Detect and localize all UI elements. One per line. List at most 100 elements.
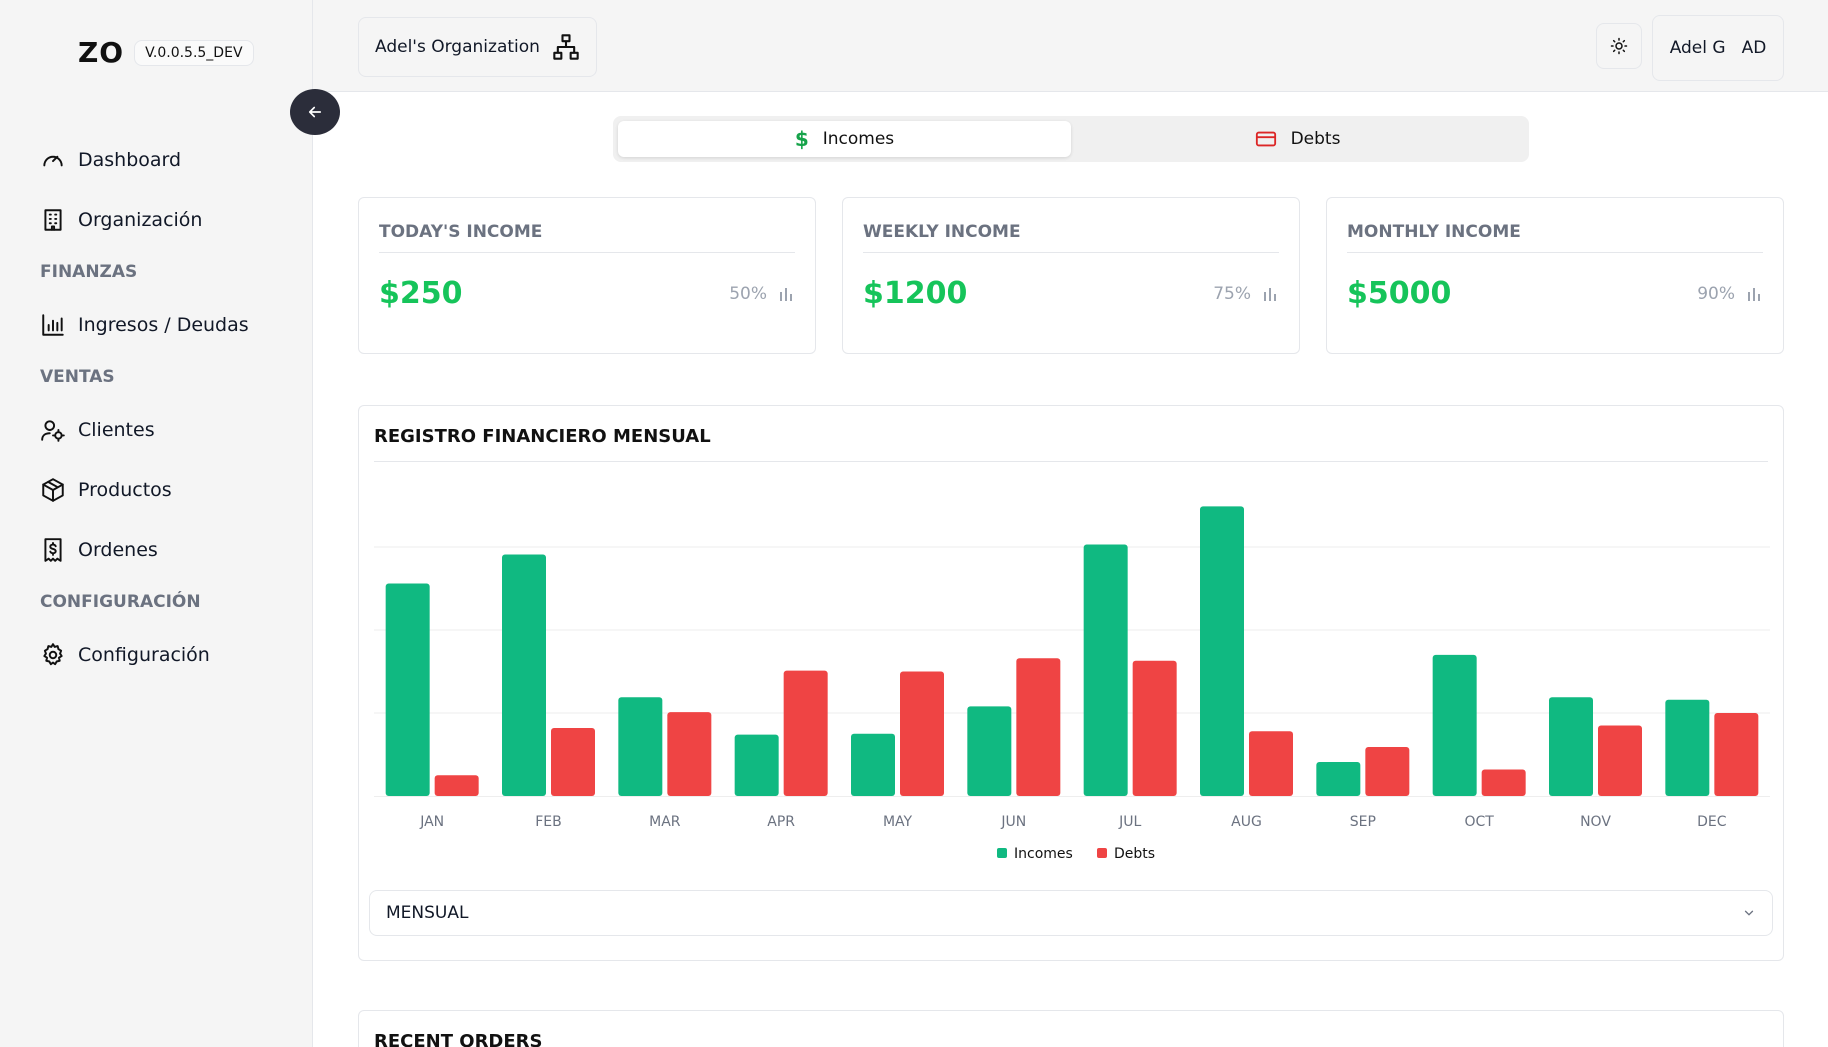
bar-incomes-apr[interactable] bbox=[734, 734, 779, 796]
sidebar-item-receipt[interactable]: Ordenes bbox=[40, 520, 300, 580]
theme-toggle-button[interactable] bbox=[1596, 23, 1642, 69]
sidebar-item-building[interactable]: Organización bbox=[40, 190, 300, 250]
bar-debts-apr[interactable] bbox=[783, 670, 828, 796]
stat-value: $5000 bbox=[1347, 276, 1452, 311]
bar-incomes-feb[interactable] bbox=[502, 554, 546, 796]
stat-card-today: TODAY'S INCOME $250 50% bbox=[358, 197, 816, 354]
bar-incomes-jul[interactable] bbox=[1083, 544, 1128, 796]
x-tick-label: OCT bbox=[1464, 814, 1494, 830]
bar-incomes-dec[interactable] bbox=[1665, 699, 1710, 796]
recent-orders-title: RECENT ORDERS bbox=[374, 1031, 543, 1047]
avatar: AD bbox=[1741, 38, 1767, 58]
building-icon bbox=[44, 209, 62, 231]
bar-incomes-mar[interactable] bbox=[618, 697, 663, 796]
x-tick-label: JUL bbox=[1118, 814, 1141, 830]
bar-debts-sep[interactable] bbox=[1365, 747, 1410, 796]
dollar-icon: $ bbox=[794, 127, 809, 151]
bar-debts-jun[interactable] bbox=[1016, 658, 1061, 796]
bar-debts-nov[interactable] bbox=[1598, 725, 1642, 796]
receipt-icon bbox=[44, 538, 62, 562]
sidebar-item-label: Configuración bbox=[78, 644, 210, 666]
bar-incomes-may[interactable] bbox=[851, 733, 895, 796]
bar-debts-jul[interactable] bbox=[1132, 660, 1177, 796]
stat-title: MONTHLY INCOME bbox=[1347, 222, 1763, 253]
stat-title: WEEKLY INCOME bbox=[863, 222, 1279, 253]
bar-incomes-sep[interactable] bbox=[1316, 761, 1361, 796]
stat-card-monthly: MONTHLY INCOME $5000 90% bbox=[1326, 197, 1784, 354]
x-tick-label: JUN bbox=[1000, 814, 1026, 830]
stat-percent-label: 75% bbox=[1213, 284, 1251, 304]
bar-incomes-aug[interactable] bbox=[1200, 506, 1244, 796]
top-header: Adel's Organization Adel G AD bbox=[313, 0, 1828, 92]
sidebar-item-label: Ordenes bbox=[78, 539, 158, 561]
legend-item[interactable]: Incomes bbox=[1014, 846, 1073, 862]
sidebar-nav: Dashboard Organización FINANZAS Ingresos / … bbox=[40, 130, 300, 685]
user-gear-icon bbox=[41, 420, 65, 442]
stat-percent-label: 90% bbox=[1697, 284, 1735, 304]
period-select[interactable]: MENSUAL bbox=[369, 890, 1773, 936]
user-name: Adel G bbox=[1669, 38, 1726, 58]
sidebar-item-label: Organización bbox=[78, 209, 203, 231]
gear-icon bbox=[43, 643, 63, 666]
stat-percent: 75% bbox=[1213, 284, 1277, 304]
period-select-value: MENSUAL bbox=[386, 903, 469, 923]
legend-swatch bbox=[997, 848, 1007, 858]
stat-value: $1200 bbox=[863, 276, 968, 311]
stat-percent-label: 50% bbox=[729, 284, 767, 304]
tab-debts-label: Debts bbox=[1290, 129, 1341, 149]
user-menu[interactable]: Adel G AD bbox=[1652, 15, 1784, 81]
version-badge: V.0.0.5.5_DEV bbox=[134, 39, 254, 66]
stat-value: $250 bbox=[379, 276, 463, 311]
bar-debts-jan[interactable] bbox=[434, 775, 479, 796]
tab-debts[interactable]: Debts bbox=[1071, 121, 1524, 157]
bar-debts-aug[interactable] bbox=[1249, 731, 1293, 796]
bar-debts-may[interactable] bbox=[900, 671, 944, 797]
organization-switcher[interactable]: Adel's Organization bbox=[358, 17, 597, 77]
x-tick-label: JAN bbox=[419, 814, 444, 830]
sidebar-item-label: Dashboard bbox=[78, 149, 182, 171]
sidebar-item-gauge[interactable]: Dashboard bbox=[40, 130, 300, 190]
sidebar-item-gear[interactable]: Configuración bbox=[40, 625, 300, 685]
sidebar-item-label: Ingresos / Deudas bbox=[78, 314, 249, 336]
sidebar: ZO V.0.0.5.5_DEV Dashboard Organización FI… bbox=[0, 0, 313, 1047]
recent-orders-card: RECENT ORDERS bbox=[358, 1010, 1784, 1047]
bar-debts-feb[interactable] bbox=[551, 727, 595, 796]
bar-incomes-oct[interactable] bbox=[1432, 654, 1477, 796]
stat-title: TODAY'S INCOME bbox=[379, 222, 795, 253]
monthly-bar-chart: JAN FEB MAR APR MAY JUN JUL AUG SEP OCT NOV DEC Inco… bbox=[374, 506, 1770, 862]
nav-section-configuración: CONFIGURACIÓN bbox=[40, 592, 201, 612]
x-tick-label: AUG bbox=[1231, 814, 1262, 830]
x-tick-label: NOV bbox=[1580, 814, 1611, 830]
sun-icon bbox=[1610, 37, 1628, 55]
tab-incomes-label: Incomes bbox=[822, 129, 895, 149]
sidebar-item-user-gear[interactable]: Clientes bbox=[40, 400, 300, 460]
bar-chart-icon bbox=[42, 314, 64, 336]
x-tick-label: MAR bbox=[649, 814, 681, 830]
bar-incomes-jan[interactable] bbox=[385, 583, 430, 796]
x-tick-label: SEP bbox=[1350, 814, 1376, 830]
x-tick-label: FEB bbox=[535, 814, 562, 830]
stat-percent: 90% bbox=[1697, 284, 1761, 304]
stat-card-weekly: WEEKLY INCOME $1200 75% bbox=[842, 197, 1300, 354]
gauge-icon bbox=[43, 155, 63, 167]
sidebar-collapse-button[interactable] bbox=[290, 89, 340, 135]
bar-debts-mar[interactable] bbox=[667, 712, 712, 796]
stat-percent: 50% bbox=[729, 284, 793, 304]
package-icon bbox=[42, 478, 64, 502]
financial-chart-card: REGISTRO FINANCIERO MENSUAL JAN FEB MAR APR… bbox=[358, 405, 1784, 961]
arrow-left-icon bbox=[308, 106, 322, 118]
bar-chart-icon bbox=[780, 288, 792, 301]
income-debt-switcher: $ Incomes Debts bbox=[613, 116, 1529, 162]
sidebar-item-package[interactable]: Productos bbox=[40, 460, 300, 520]
bar-incomes-nov[interactable] bbox=[1549, 697, 1593, 796]
bar-debts-dec[interactable] bbox=[1714, 713, 1759, 796]
nav-section-ventas: VENTAS bbox=[40, 367, 115, 387]
legend-item[interactable]: Debts bbox=[1114, 846, 1155, 862]
legend-swatch bbox=[1097, 848, 1107, 858]
bar-chart-icon bbox=[1264, 288, 1276, 301]
bar-incomes-jun[interactable] bbox=[967, 706, 1012, 796]
sidebar-item-label: Clientes bbox=[78, 419, 155, 441]
tab-incomes[interactable]: $ Incomes bbox=[618, 121, 1071, 157]
sidebar-item-bar-chart[interactable]: Ingresos / Deudas bbox=[40, 295, 300, 355]
bar-debts-oct[interactable] bbox=[1481, 769, 1526, 796]
